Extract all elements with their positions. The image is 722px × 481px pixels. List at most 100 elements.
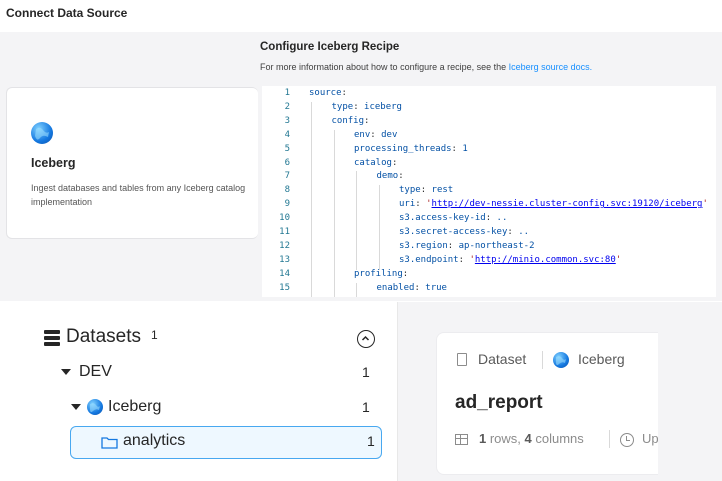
line-number: 10 (279, 213, 290, 224)
recipe-subtitle: For more information about how to config… (260, 62, 592, 72)
indent-guide (333, 213, 335, 228)
line-number: 2 (284, 101, 290, 112)
indent-guide (356, 199, 357, 215)
line-number: 12 (279, 240, 290, 251)
yaml-key: catalog (354, 157, 392, 168)
code-line: 8 type: rest (262, 185, 716, 201)
yaml-value: rest (431, 185, 454, 196)
indent-guide (311, 171, 312, 187)
code-line: 9 uri: 'http://dev-nessie.cluster-config.… (262, 199, 716, 215)
caret-down-icon (71, 404, 81, 410)
indent-guide (333, 254, 335, 270)
recipe-subtitle-text: For more information about how to config… (260, 62, 509, 72)
indent-guide (356, 185, 357, 201)
yaml-value: ap-northeast-2 (458, 240, 535, 251)
indent-guide (356, 227, 357, 242)
yaml-colon: : (391, 157, 398, 168)
indent-guide (356, 240, 357, 256)
line-number: 3 (284, 115, 290, 126)
indent-guide (311, 115, 312, 131)
code-text: demo: (377, 171, 404, 181)
entity-platform: Iceberg (578, 351, 625, 367)
line-number: 6 (284, 157, 290, 168)
code-line: 3 config: (262, 115, 716, 131)
source-card-name: Iceberg (31, 156, 76, 170)
indent-guide (333, 227, 335, 242)
line-number: 15 (279, 282, 290, 293)
source-card-description-line2: implementation (31, 197, 93, 207)
tree-node-dev[interactable]: DEV (61, 363, 112, 381)
line-number: 4 (284, 129, 290, 140)
yaml-key: env (354, 129, 371, 140)
yaml-key: s3.secret-access-key (399, 227, 508, 237)
tree-node-iceberg[interactable]: Iceberg (71, 398, 161, 416)
indent-guide (356, 213, 357, 228)
line-number: 11 (279, 227, 290, 237)
code-line: 4 env: dev (262, 129, 716, 145)
code-text: processing_threads: 1 (354, 144, 468, 154)
source-card-description: Ingest databases and tables from any Ice… (31, 181, 259, 209)
yaml-url[interactable]: http://minio.common.svc:80 (475, 255, 616, 265)
table-icon (455, 434, 468, 445)
yaml-key: config (331, 115, 365, 126)
recipe-title: Configure Iceberg Recipe (260, 41, 400, 53)
yaml-key: s3.access-key-id (399, 213, 486, 224)
yaml-url[interactable]: http://dev-nessie.cluster-config.svc:191… (432, 199, 703, 209)
divider (542, 351, 543, 369)
code-text: source: (309, 88, 347, 98)
yaml-key: processing_threads (354, 143, 452, 154)
line-number: 14 (279, 268, 290, 279)
code-line: 7 demo: (262, 171, 716, 187)
indent-guide (333, 185, 335, 201)
line-number: 1 (284, 88, 290, 98)
source-card-iceberg[interactable]: Iceberg Ingest databases and tables from… (6, 87, 258, 239)
indent-guide (333, 282, 335, 297)
code-text: catalog: (354, 158, 397, 168)
tree-node-analytics[interactable]: analytics 1 (70, 426, 382, 459)
line-number: 8 (284, 185, 290, 196)
indent-guide (378, 254, 380, 270)
indent-guide (311, 213, 312, 228)
document-icon (457, 353, 467, 366)
code-text: s3.region: ap-northeast-2 (399, 241, 534, 251)
datasets-title: Datasets (66, 326, 141, 347)
indent-guide (311, 240, 312, 256)
line-number: 9 (284, 199, 290, 210)
column-count: 4 (524, 431, 532, 446)
line-number: 13 (279, 254, 290, 265)
yaml-quote: ' (615, 254, 622, 265)
columns-label: columns (531, 431, 584, 446)
yaml-value: true (425, 282, 447, 293)
yaml-key: demo (376, 171, 399, 182)
indent-guide (378, 213, 380, 228)
code-text: s3.secret-access-key: .. (399, 227, 529, 237)
divider (609, 430, 610, 448)
recipe-yaml-editor[interactable]: 1 source: 2 type: iceberg 3 config: 4 env: dev 5… (262, 86, 716, 297)
yaml-value: .. (518, 227, 530, 237)
indent-guide (311, 143, 312, 159)
indent-guide (378, 227, 380, 242)
tree-node-label: DEV (79, 363, 112, 380)
database-icon (44, 330, 60, 346)
indent-guide (333, 129, 335, 145)
indent-guide (311, 157, 312, 173)
tree-node-count: 1 (362, 399, 370, 415)
indent-guide (378, 185, 380, 201)
code-text: type: iceberg (332, 102, 402, 112)
entity-name[interactable]: ad_report (455, 392, 543, 414)
entity-type: Dataset (478, 351, 527, 367)
collapse-button[interactable] (357, 330, 375, 348)
code-text: uri: 'http://dev-nessie.cluster-config.s… (399, 199, 708, 209)
code-text: env: dev (354, 130, 397, 140)
yaml-value: .. (496, 213, 508, 224)
docs-link[interactable]: Iceberg source docs. (509, 62, 593, 72)
iceberg-logo-icon (553, 352, 569, 368)
indent-guide (333, 199, 335, 215)
yaml-colon: : (402, 268, 409, 279)
caret-down-icon (61, 368, 71, 375)
yaml-key: uri (399, 199, 416, 210)
entity-card[interactable]: Dataset Iceberg ad_report 1 rows, 4 colu… (436, 332, 658, 475)
code-text: type: rest (399, 185, 453, 195)
indent-guide (356, 282, 357, 297)
code-text: s3.access-key-id: .. (399, 213, 507, 223)
